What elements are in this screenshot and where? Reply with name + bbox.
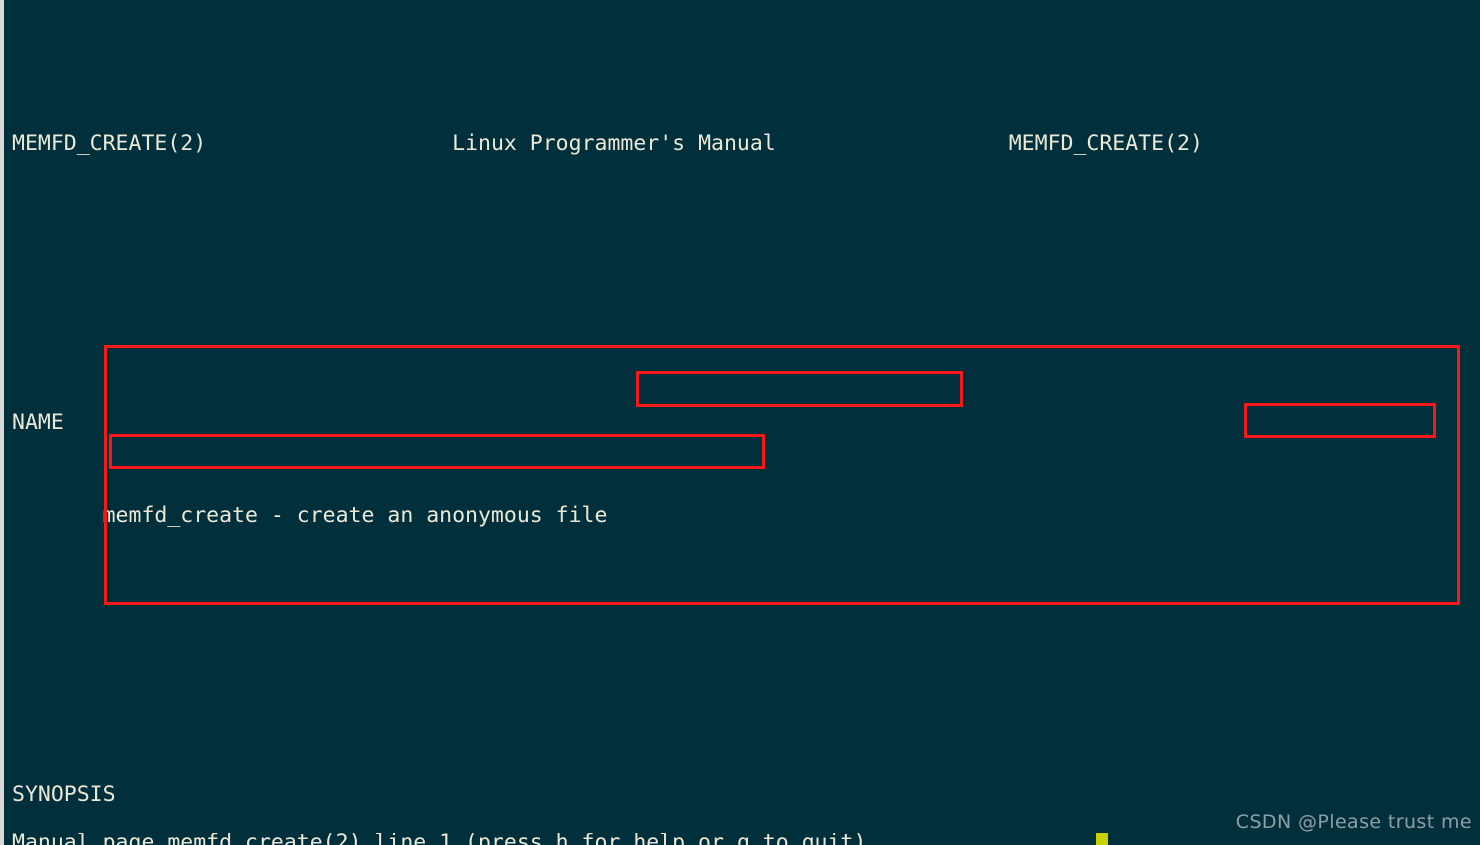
watermark-text: CSDN @Please trust me [1235, 811, 1472, 833]
man-header-line: MEMFD_CREATE(2) Linux Programmer's Manua… [4, 128, 1480, 159]
pager-status-text: Manual page memfd_create(2) line 1 (pres… [4, 833, 1480, 845]
terminal-cursor [1096, 833, 1108, 845]
section-heading-synopsis: SYNOPSIS [12, 782, 116, 807]
terminal-window[interactable]: MEMFD_CREATE(2) Linux Programmer's Manua… [0, 0, 1480, 845]
man-header-right: MEMFD_CREATE(2) [1008, 131, 1203, 156]
pager-status-bar[interactable]: Manual page memfd_create(2) line 1 (pres… [4, 833, 1480, 845]
man-page-content: MEMFD_CREATE(2) Linux Programmer's Manua… [4, 0, 1480, 845]
man-header-gap-1 [206, 131, 452, 156]
section-heading-name: NAME [12, 410, 64, 435]
man-header-left: MEMFD_CREATE(2) [12, 131, 207, 156]
name-body: memfd_create - create an anonymous file [12, 503, 608, 528]
man-header-gap-2 [776, 131, 1009, 156]
man-header-center: Linux Programmer's Manual [452, 131, 776, 156]
